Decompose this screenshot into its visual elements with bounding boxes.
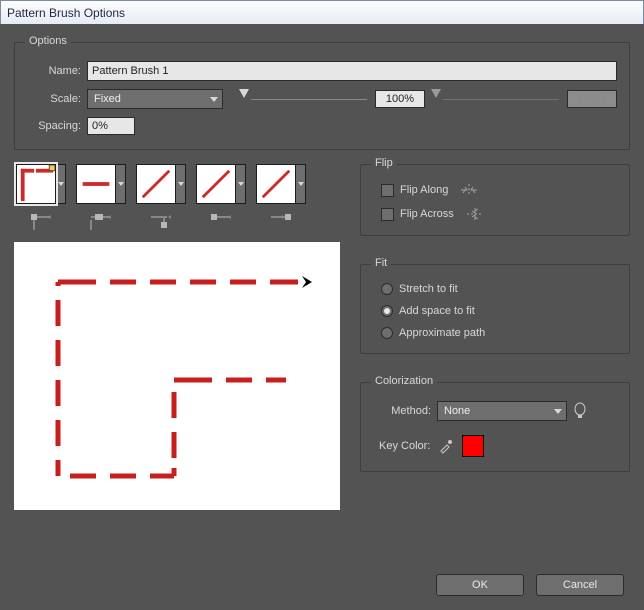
outer-corner-schematic-icon	[29, 212, 53, 232]
slider-track	[251, 99, 367, 100]
start-schematic-icon	[209, 212, 233, 232]
flip-across-icon	[466, 207, 484, 221]
side-tile-menu[interactable]	[116, 164, 126, 204]
fit-addspace-label: Add space to fit	[399, 305, 475, 317]
window-title: Pattern Brush Options	[7, 6, 125, 20]
method-select[interactable]: None	[437, 401, 567, 421]
tile-selector-row	[14, 164, 344, 232]
fit-approx-radio[interactable]	[381, 327, 393, 339]
method-label: Method:	[379, 405, 431, 417]
scale-max-slider	[431, 89, 561, 109]
chevron-down-icon	[58, 182, 64, 186]
fit-group: Fit Stretch to fit Add space to fit Appr…	[360, 264, 630, 354]
chevron-down-icon	[554, 409, 562, 414]
scale-slider[interactable]	[239, 89, 369, 109]
flip-across-checkbox[interactable]	[381, 208, 394, 221]
scale-label: Scale:	[27, 93, 81, 105]
start-tile[interactable]	[196, 164, 236, 204]
tips-icon[interactable]	[573, 402, 587, 420]
fit-stretch-label: Stretch to fit	[399, 283, 458, 295]
fit-legend: Fit	[371, 257, 391, 269]
options-group: Options Name: Scale: Fixed 100%	[14, 42, 630, 150]
colorization-legend: Colorization	[371, 375, 437, 387]
brush-preview	[14, 242, 340, 510]
scale-value-field[interactable]: 100%	[375, 90, 425, 108]
end-tile[interactable]	[256, 164, 296, 204]
slider-thumb-icon	[431, 89, 441, 98]
colorization-group: Colorization Method: None Key Color:	[360, 382, 630, 472]
outer-corner-tile[interactable]	[16, 164, 56, 204]
flip-group: Flip Flip Along Flip Across	[360, 164, 630, 236]
flip-along-checkbox[interactable]	[381, 184, 394, 197]
fit-approx-label: Approximate path	[399, 327, 485, 339]
inner-corner-tile-menu[interactable]	[176, 164, 186, 204]
method-value: None	[444, 405, 470, 417]
flip-along-label: Flip Along	[400, 184, 448, 196]
fit-addspace-radio[interactable]	[381, 305, 393, 317]
chevron-down-icon	[178, 182, 184, 186]
scale-mode-value: Fixed	[94, 93, 121, 105]
name-input[interactable]	[87, 61, 617, 81]
start-tile-menu[interactable]	[236, 164, 246, 204]
side-schematic-icon	[89, 212, 113, 232]
scale-mode-select[interactable]: Fixed	[87, 89, 223, 109]
name-label: Name:	[27, 65, 81, 77]
chevron-down-icon	[238, 182, 244, 186]
inner-corner-schematic-icon	[149, 212, 173, 232]
cancel-button[interactable]: Cancel	[536, 574, 624, 596]
flip-across-label: Flip Across	[400, 208, 454, 220]
chevron-down-icon	[210, 97, 218, 102]
scale-max-value-field: 100%	[567, 90, 617, 108]
chevron-down-icon	[298, 182, 304, 186]
inner-corner-tile[interactable]	[136, 164, 176, 204]
window-titlebar: Pattern Brush Options	[1, 1, 643, 25]
fit-stretch-radio[interactable]	[381, 283, 393, 295]
spacing-input[interactable]: 0%	[87, 117, 135, 135]
slider-thumb-icon[interactable]	[239, 89, 249, 98]
dialog-content: Options Name: Scale: Fixed 100%	[0, 24, 644, 610]
options-legend: Options	[25, 35, 71, 47]
key-color-swatch[interactable]	[462, 435, 484, 457]
slider-track	[443, 99, 559, 100]
end-tile-menu[interactable]	[296, 164, 306, 204]
outer-corner-tile-menu[interactable]	[56, 164, 66, 204]
side-tile[interactable]	[76, 164, 116, 204]
key-color-label: Key Color:	[379, 440, 430, 452]
eyedropper-icon[interactable]	[438, 438, 454, 454]
end-schematic-icon	[269, 212, 293, 232]
ok-button[interactable]: OK	[436, 574, 524, 596]
flip-legend: Flip	[371, 157, 397, 169]
spacing-label: Spacing:	[27, 120, 81, 132]
chevron-down-icon	[118, 182, 124, 186]
flip-along-icon	[460, 183, 478, 197]
